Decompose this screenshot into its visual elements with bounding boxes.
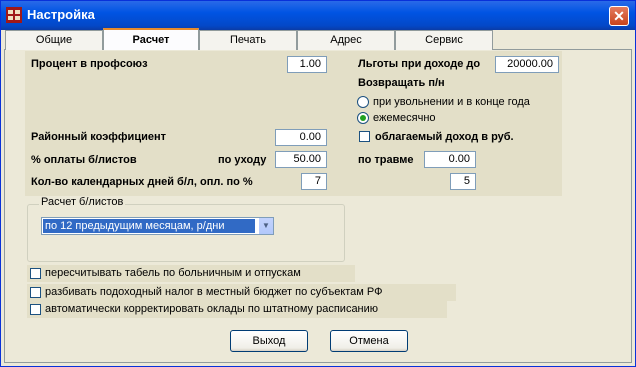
split-income-tax-label: разбивать подоходный налог в местный бюд…	[45, 286, 383, 298]
union-percent-input[interactable]: 1.00	[287, 56, 327, 73]
close-button[interactable]: ✕	[609, 6, 629, 26]
tab-calc[interactable]: Расчет	[103, 28, 199, 50]
sick-calc-select[interactable]: по 12 предыдущим месяцам, р/дни ▼	[41, 217, 274, 235]
close-icon: ✕	[613, 8, 625, 24]
tab-print[interactable]: Печать	[199, 30, 297, 50]
recalc-timesheet-label: пересчитывать табель по больничным и отп…	[45, 267, 301, 279]
regional-coef-label: Районный коэффициент	[31, 131, 166, 143]
tab-address[interactable]: Адрес	[297, 30, 395, 50]
care-percent-input[interactable]: 50.00	[275, 151, 327, 168]
calendar-days-input[interactable]: 7	[301, 173, 327, 190]
sick-calc-group-title: Расчет б/листов	[39, 196, 126, 208]
taxable-income-label: облагаемый доход в руб.	[375, 131, 514, 143]
split-income-tax-checkbox[interactable]	[30, 287, 41, 298]
benefit-income-input[interactable]: 20000.00	[495, 56, 559, 73]
injury-percent-input[interactable]: 0.00	[424, 151, 476, 168]
settings-window: Настройка ✕ Общие Печать Адрес Сервис Ра…	[0, 0, 636, 367]
window-title: Настройка	[27, 7, 95, 22]
exit-button[interactable]: Выход	[230, 330, 308, 352]
return-tax-label: Возвращать п/н	[358, 77, 445, 89]
taxable-income-checkbox[interactable]	[359, 131, 370, 142]
calendar-days-label: Кол-во календарных дней б/л, опл. по %	[31, 176, 253, 188]
auto-adjust-salary-label: автоматически корректировать оклады по ш…	[45, 303, 379, 315]
sick-calc-selected: по 12 предыдущим месяцам, р/дни	[43, 219, 255, 233]
sick-pay-label: % оплаты б/листов	[31, 154, 137, 166]
app-window-icon[interactable]	[6, 7, 22, 23]
tab-service[interactable]: Сервис	[395, 30, 493, 50]
radio-dismissal-label: при увольнении и в конце года	[373, 96, 530, 108]
tab-general[interactable]: Общие	[5, 30, 103, 50]
title-bar[interactable]: Настройка ✕	[1, 1, 635, 30]
radio-monthly[interactable]	[357, 112, 369, 124]
auto-adjust-salary-checkbox[interactable]	[30, 304, 41, 315]
benefit-income-label: Льготы при доходе до	[358, 58, 481, 70]
cancel-button[interactable]: Отмена	[330, 330, 408, 352]
regional-coef-input[interactable]: 0.00	[275, 129, 327, 146]
radio-selected-dot	[360, 115, 366, 121]
chevron-down-icon[interactable]: ▼	[258, 218, 273, 234]
radio-dismissal[interactable]	[357, 96, 369, 108]
union-percent-label: Процент в профсоюз	[31, 58, 148, 70]
injury-days-input[interactable]: 5	[450, 173, 476, 190]
injury-label: по травме	[358, 154, 414, 166]
care-label: по уходу	[218, 154, 267, 166]
recalc-timesheet-checkbox[interactable]	[30, 268, 41, 279]
radio-monthly-label: ежемесячно	[373, 112, 436, 124]
